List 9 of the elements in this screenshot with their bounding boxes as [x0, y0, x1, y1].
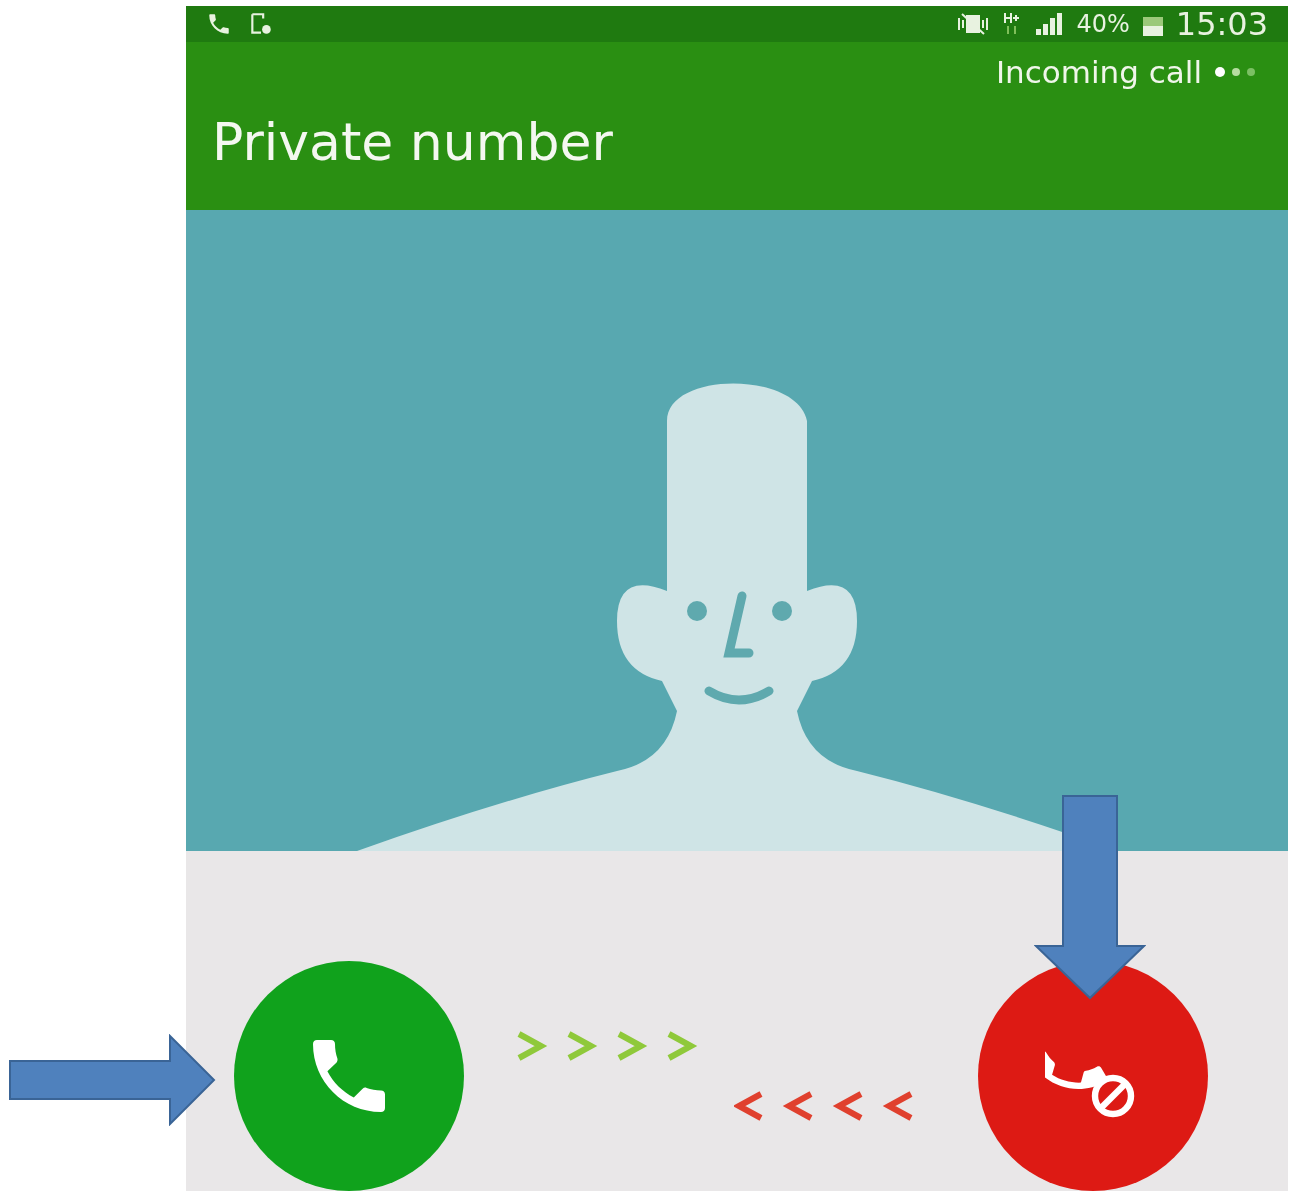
progress-dots-icon	[1214, 66, 1258, 78]
vibrate-mute-icon	[956, 12, 991, 36]
battery-percentage: 40%	[1076, 10, 1130, 38]
phone-icon	[206, 11, 232, 37]
clock-time: 15:03	[1175, 5, 1268, 43]
signal-icon	[1034, 11, 1065, 37]
call-status: Incoming call	[995, 54, 1202, 90]
device-clock-icon	[248, 11, 274, 37]
caller-name: Private number	[212, 112, 614, 172]
